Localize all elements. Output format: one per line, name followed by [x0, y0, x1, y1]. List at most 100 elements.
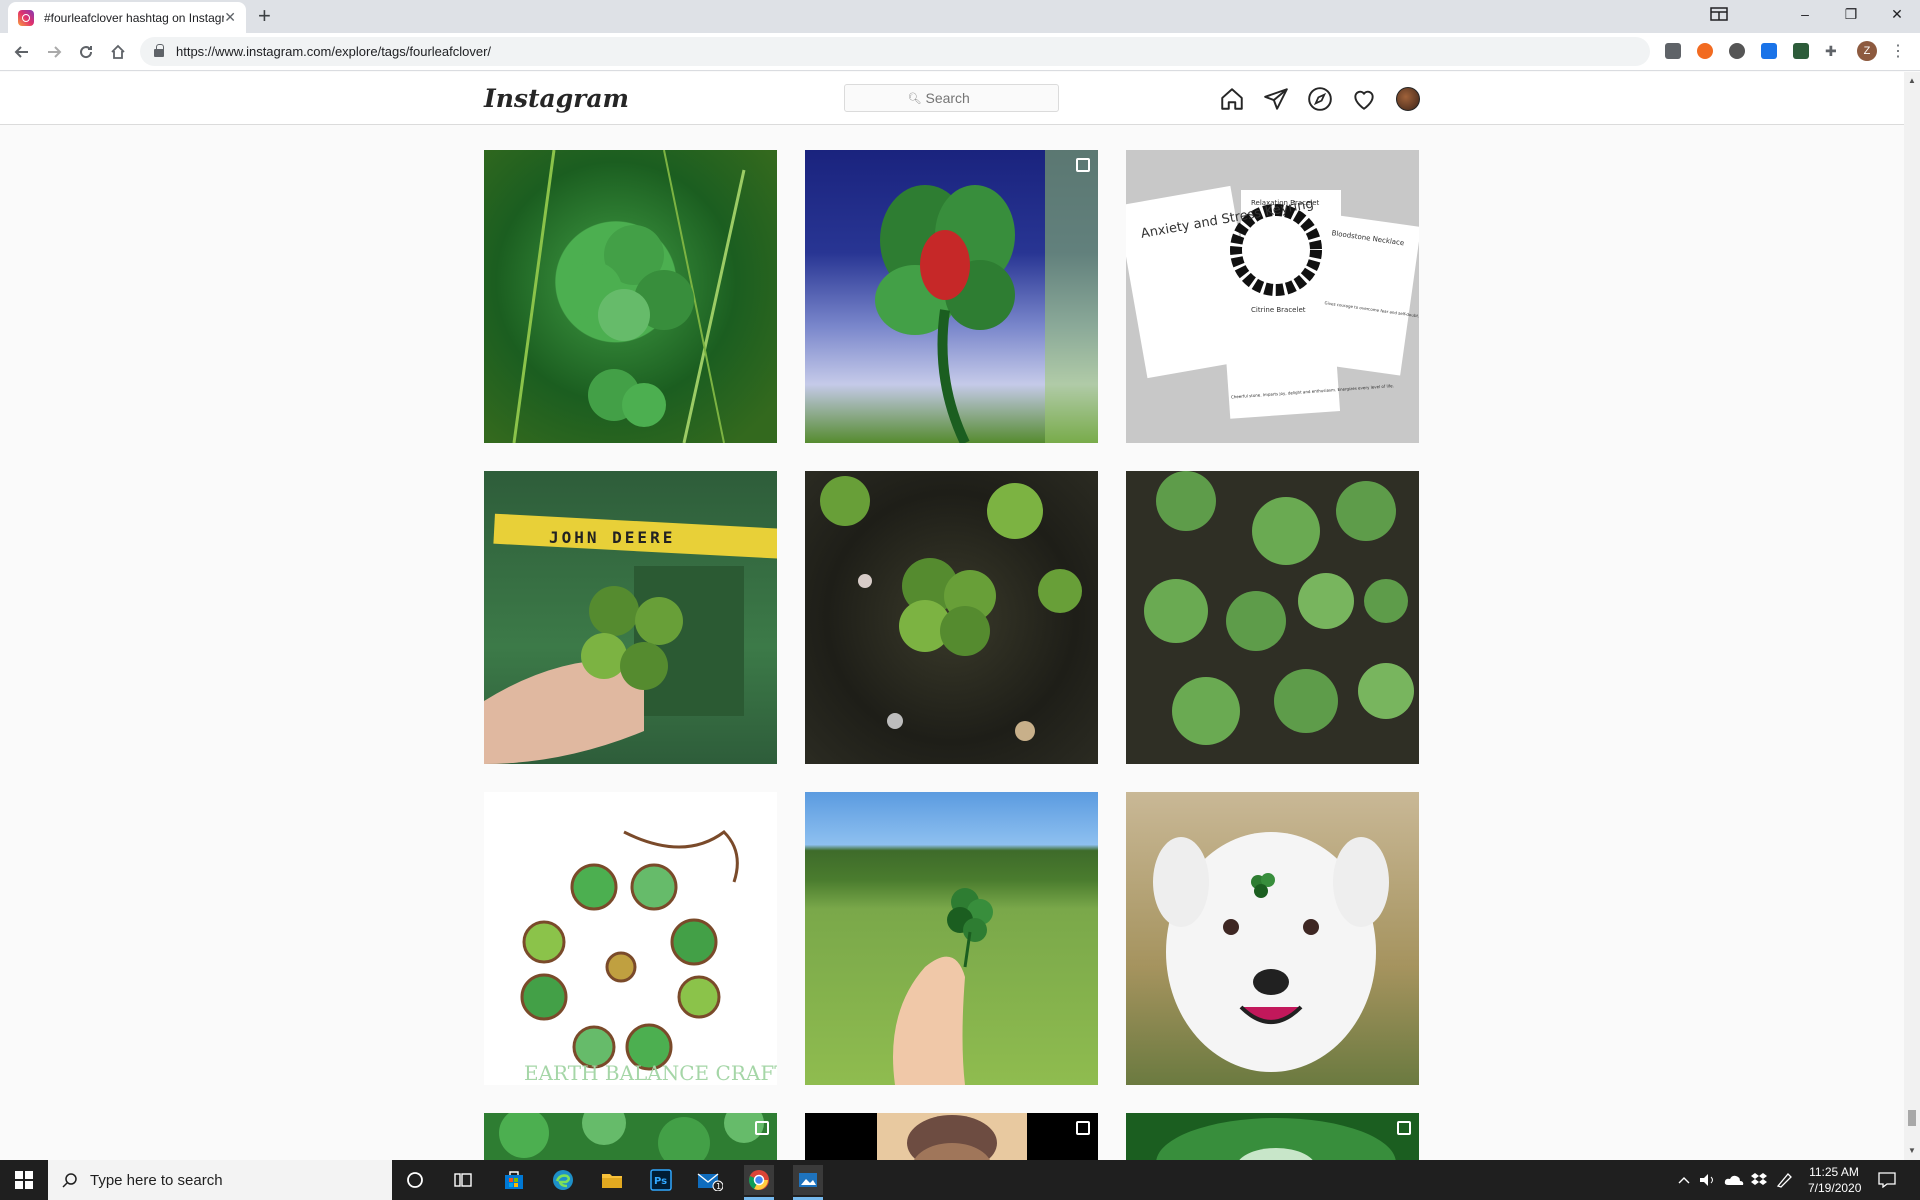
chevron-up-icon — [1678, 1177, 1690, 1184]
volume-icon[interactable] — [1699, 1160, 1717, 1200]
post-clover-in-soil[interactable] — [805, 471, 1098, 764]
post-painted-clover[interactable] — [805, 150, 1098, 443]
post-wire-clover-craft[interactable]: EARTH BALANCE CRAFT — [484, 792, 777, 1085]
profile-avatar[interactable]: Z — [1857, 41, 1877, 61]
taskbar-search-placeholder: Type here to search — [90, 1171, 223, 1189]
store-icon[interactable] — [499, 1165, 529, 1195]
forward-button[interactable] — [38, 36, 70, 68]
post-braided-hair[interactable] — [805, 1113, 1098, 1160]
extension-blue-icon[interactable] — [1761, 43, 1777, 59]
close-tab-icon[interactable]: ✕ — [224, 9, 236, 26]
multiple-posts-icon — [755, 1121, 769, 1135]
user-avatar[interactable] — [1396, 87, 1420, 111]
post-clover-patch-2[interactable] — [484, 1113, 777, 1160]
home-nav-icon[interactable] — [1219, 86, 1245, 112]
mail-badge-count: 1 — [716, 1182, 721, 1191]
reload-button[interactable] — [70, 36, 102, 68]
clover-patch-2-photo — [499, 1113, 764, 1160]
post-clover-patch[interactable] — [1126, 471, 1419, 764]
search-box[interactable]: 🔍︎ — [844, 84, 1059, 112]
reload-icon — [80, 45, 93, 58]
back-arrow-icon — [14, 45, 28, 58]
scrollbar-thumb[interactable] — [1908, 1110, 1916, 1126]
leaf-photo — [1156, 1118, 1396, 1160]
tractor-photo: JOHN DEERE — [484, 513, 777, 764]
back-button[interactable] — [6, 36, 38, 68]
windows-taskbar: Type here to search — [0, 1160, 1920, 1200]
windows-logo-icon — [15, 1171, 33, 1189]
craft-photo: EARTH BALANCE CRAFT — [520, 830, 777, 1085]
clover-photo — [512, 150, 746, 443]
mail-icon[interactable]: 1 — [695, 1165, 725, 1195]
instagram-header: Instagram 🔍︎ — [0, 72, 1904, 125]
clock-date: 7/19/2020 — [1808, 1181, 1862, 1195]
start-button[interactable] — [0, 1160, 48, 1200]
new-tab-button[interactable]: + — [258, 4, 271, 28]
notifications-icon[interactable] — [1878, 1160, 1896, 1200]
post-dog-with-clover[interactable] — [1126, 792, 1419, 1085]
system-clock[interactable]: 11:25 AM 7/19/2020 — [1808, 1164, 1862, 1196]
taskbar-search-box[interactable]: Type here to search — [48, 1160, 392, 1200]
field-photo — [893, 888, 993, 1085]
scroll-up-arrow-icon[interactable]: ▲ — [1908, 76, 1916, 85]
scroll-down-arrow-icon[interactable]: ▼ — [1908, 1146, 1916, 1155]
extension-orange-icon[interactable] — [1697, 43, 1713, 59]
tab-search-icon[interactable] — [1696, 0, 1742, 28]
craft-watermark: EARTH BALANCE CRAFT — [524, 1061, 777, 1085]
multiple-posts-icon — [1076, 1121, 1090, 1135]
lock-icon — [154, 44, 164, 57]
card-relaxation-title: Relaxation Bracelet — [1251, 199, 1320, 207]
search-icon — [62, 1173, 77, 1188]
task-view-icon[interactable] — [448, 1165, 478, 1195]
search-icon: 🔍︎ — [907, 92, 922, 105]
extension-g-icon[interactable] — [1665, 43, 1681, 59]
home-button[interactable] — [102, 36, 134, 68]
multiple-posts-icon — [1397, 1121, 1411, 1135]
address-bar[interactable]: https://www.instagram.com/explore/tags/f… — [140, 37, 1650, 66]
clock-time: 11:25 AM — [1809, 1165, 1859, 1179]
clover-patch-photo — [1144, 471, 1414, 745]
dog-photo — [1153, 832, 1389, 1072]
multiple-posts-icon — [1076, 158, 1090, 172]
browser-tab[interactable]: #fourleafclover hashtag on Instagram ✕ — [8, 2, 246, 33]
show-hidden-icons[interactable] — [1677, 1160, 1691, 1200]
post-clover-john-deere[interactable]: JOHN DEERE — [484, 471, 777, 764]
home-icon — [111, 44, 125, 59]
restore-button[interactable]: ❐ — [1828, 0, 1874, 28]
extensions-puzzle-icon[interactable]: ✚ — [1825, 43, 1841, 59]
post-bracelet-cards[interactable]: Anxiety and Stress Keyring Relaxation Br… — [1126, 150, 1419, 443]
search-input[interactable] — [925, 90, 996, 106]
photoshop-icon[interactable]: Ps — [646, 1165, 676, 1195]
post-clover-in-field[interactable] — [805, 792, 1098, 1085]
dropbox-icon[interactable] — [1750, 1160, 1768, 1200]
cards-photo: Anxiety and Stress Keyring Relaxation Br… — [1126, 185, 1419, 419]
painting-photo — [875, 150, 1098, 443]
post-large-leaf[interactable] — [1126, 1113, 1419, 1160]
page-scrollbar[interactable]: ▲ ▼ — [1904, 72, 1920, 1160]
onedrive-cloud-icon[interactable] — [1724, 1160, 1744, 1200]
chrome-menu-icon[interactable]: ⋮ — [1890, 41, 1906, 61]
direct-message-icon[interactable] — [1263, 86, 1289, 112]
john-deere-label: JOHN DEERE — [549, 528, 675, 547]
forward-arrow-icon — [48, 45, 62, 58]
close-window-button[interactable]: ✕ — [1874, 0, 1920, 28]
edge-icon[interactable] — [548, 1165, 578, 1195]
cortana-icon[interactable] — [400, 1165, 430, 1195]
pen-workspace-icon[interactable] — [1776, 1160, 1794, 1200]
post-clover-in-grass[interactable] — [484, 150, 777, 443]
explore-compass-icon[interactable] — [1307, 86, 1333, 112]
instagram-logo[interactable]: Instagram — [484, 84, 629, 113]
photos-app-icon[interactable] — [793, 1165, 823, 1195]
svg-text:Ps: Ps — [654, 1176, 667, 1187]
chrome-icon[interactable] — [744, 1165, 774, 1195]
url-text: https://www.instagram.com/explore/tags/f… — [176, 44, 492, 59]
soil-photo — [820, 476, 1082, 741]
extension-green-icon[interactable] — [1793, 43, 1809, 59]
minimize-button[interactable]: – — [1782, 0, 1828, 28]
hair-photo — [877, 1113, 1027, 1160]
file-explorer-icon[interactable] — [597, 1165, 627, 1195]
extension-circle-icon[interactable] — [1729, 43, 1745, 59]
browser-toolbar: https://www.instagram.com/explore/tags/f… — [0, 33, 1920, 71]
instagram-favicon-icon — [18, 9, 34, 26]
activity-heart-icon[interactable] — [1351, 86, 1377, 112]
